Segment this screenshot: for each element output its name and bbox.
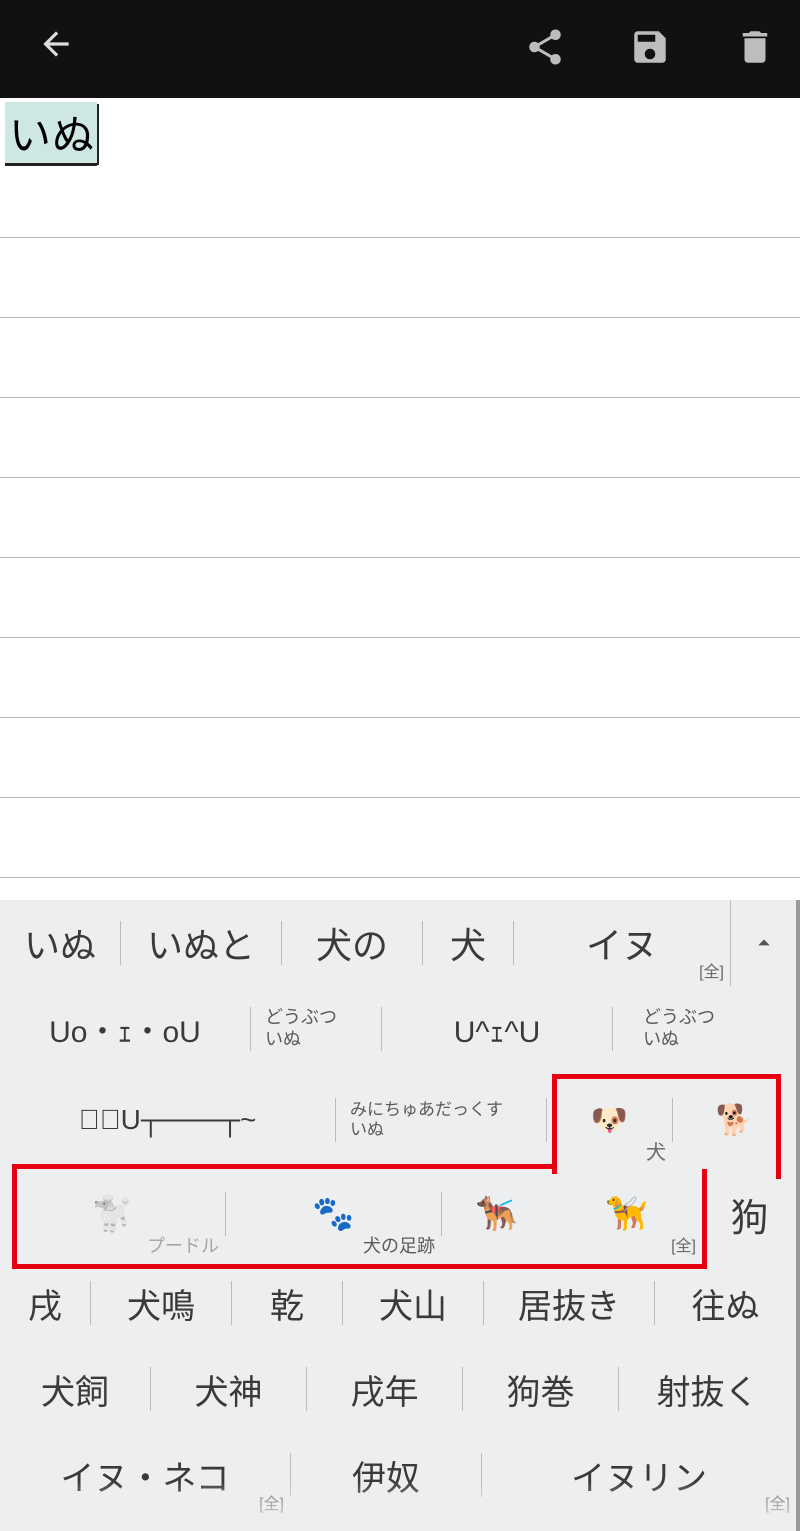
candidate[interactable]: いぬと [121,900,281,986]
candidate[interactable]: 狗巻 [463,1346,618,1432]
share-button[interactable] [515,26,575,73]
candidate-row: ⊂ﾟU┬───┬~ みにちゅあだっくすいぬ 🐶 犬 🐕 [0,1072,796,1168]
candidate[interactable]: どうぶついぬ [251,986,381,1072]
save-button[interactable] [620,26,680,73]
candidate-row: 犬飼 犬神 戌年 狗巻 射抜く [0,1346,796,1432]
candidate-row: いぬ いぬと 犬の 犬 イヌ [全] [0,900,796,986]
back-button[interactable] [37,25,75,73]
note-editor[interactable]: いぬ [0,98,800,898]
candidate-emoji-dog[interactable]: 🐕 [673,1072,796,1168]
candidate-emoji-service-dog[interactable]: 🐕‍🦺 [442,1168,552,1260]
composing-text[interactable]: いぬ [5,102,97,166]
candidate-row: 戌 犬鳴 乾 犬山 居抜き 往ぬ [0,1260,796,1346]
candidate[interactable]: 犬鳴 [91,1260,231,1346]
candidate[interactable]: 犬神 [151,1346,306,1432]
candidate[interactable]: 戌 [0,1260,90,1346]
candidate-emoji-paw-prints[interactable]: 🐾 犬の足跡 [226,1168,441,1260]
candidate[interactable]: 乾 [232,1260,342,1346]
candidate[interactable]: 射抜く [619,1346,796,1432]
candidate[interactable]: 犬 [423,900,513,986]
candidate[interactable]: 犬飼 [0,1346,150,1432]
candidate[interactable]: みにちゅあだっくすいぬ [336,1072,546,1168]
fade-overlay [0,1481,792,1531]
candidate[interactable]: 犬山 [343,1260,483,1346]
candidate[interactable]: 居抜き [484,1260,654,1346]
delete-button[interactable] [725,26,785,73]
candidate[interactable]: 往ぬ [655,1260,796,1346]
candidate[interactable]: ⊂ﾟU┬───┬~ [0,1072,335,1168]
expand-candidates-button[interactable] [730,900,796,986]
candidate[interactable]: いぬ [0,900,120,986]
candidate[interactable]: 戌年 [307,1346,462,1432]
candidate[interactable]: どうぶついぬ [613,986,796,1072]
candidate[interactable]: 犬の [282,900,422,986]
ime-candidate-panel: いぬ いぬと 犬の 犬 イヌ [全] Uo・ｪ・oU どうぶついぬ U^ｪ^U … [0,900,800,1531]
candidate-row: 🐩 プードル 🐾 犬の足跡 🐕‍🦺 🦮 [全] 狗 [0,1168,796,1260]
candidate-emoji-poodle[interactable]: 🐩 プードル [0,1168,225,1260]
candidate[interactable]: イヌ [全] [514,900,730,986]
editor-lines [0,158,800,958]
candidate-emoji-guide-dog[interactable]: 🦮 [全] [552,1168,702,1260]
candidate-emoji-dog-face[interactable]: 🐶 犬 [547,1072,672,1168]
candidate[interactable]: Uo・ｪ・oU [0,986,250,1072]
candidate[interactable]: 狗 [703,1168,796,1260]
candidate[interactable]: U^ｪ^U [382,986,612,1072]
app-toolbar [0,0,800,98]
candidate-row: Uo・ｪ・oU どうぶついぬ U^ｪ^U どうぶついぬ [0,986,796,1072]
